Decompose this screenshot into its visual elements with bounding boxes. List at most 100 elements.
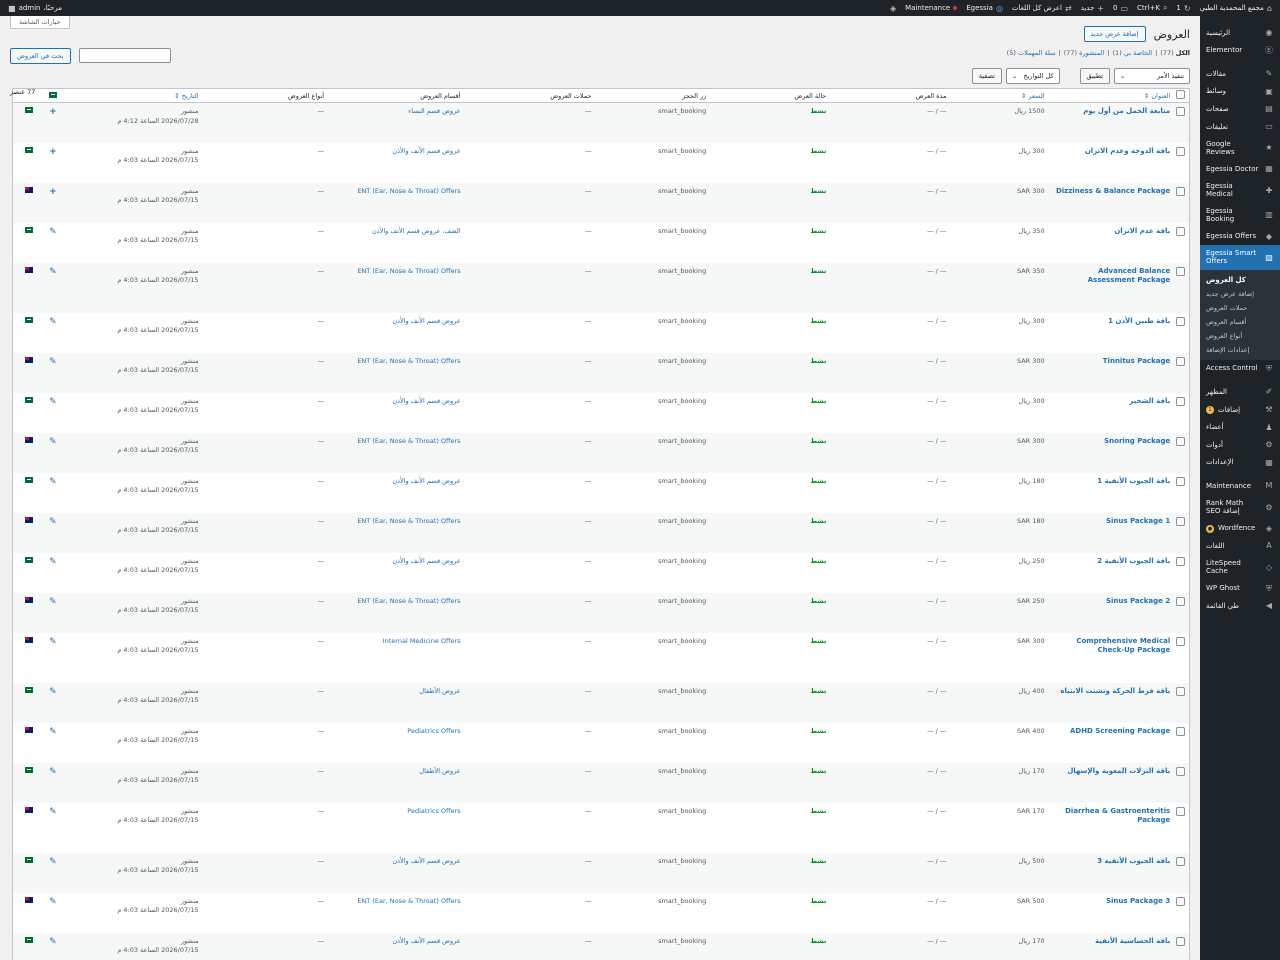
comments-link[interactable]: ▭ 0 <box>1113 4 1128 13</box>
category-link[interactable]: عروض قسم النساء <box>408 107 460 115</box>
offer-title-link[interactable]: Sinus Package 3 <box>1106 897 1170 905</box>
command-palette-link[interactable]: ⌕ Ctrl+K <box>1137 3 1167 13</box>
row-checkbox[interactable] <box>1176 726 1185 736</box>
sidebar-item[interactable]: ⚒ إضافات 1 <box>1200 401 1280 419</box>
edit-translation-icon[interactable]: ✎ <box>49 807 57 817</box>
add-new-offer-button[interactable]: إضافة عرض جديد <box>1083 26 1146 42</box>
row-checkbox[interactable] <box>1176 806 1185 816</box>
edit-translation-icon[interactable]: ✎ <box>49 227 57 237</box>
offer-title-link[interactable]: Diarrhea & Gastroenteritis Package <box>1065 807 1170 825</box>
edit-translation-icon[interactable]: ✎ <box>49 357 57 367</box>
category-link[interactable]: عروض قسم الأنف والأذن <box>392 317 460 325</box>
column-price[interactable]: السعر ⇕ <box>950 88 1049 103</box>
category-link[interactable]: عروض قسم الأنف والأذن <box>392 857 460 865</box>
sidebar-item[interactable]: ⛨ Access Control <box>1200 360 1280 378</box>
row-checkbox[interactable] <box>1176 356 1185 366</box>
category-link[interactable]: ENT (Ear, Nose & Throat) Offers <box>357 897 460 905</box>
category-link[interactable]: عروض قسم الأنف والأذن <box>392 477 460 485</box>
offer-title-link[interactable]: Tinnitus Package <box>1103 357 1170 365</box>
offer-title-link[interactable]: Snoring Package <box>1104 437 1170 445</box>
egessia-link[interactable]: ◎ Egessia <box>966 4 1003 13</box>
category-link[interactable]: ENT (Ear, Nose & Throat) Offers <box>357 267 460 275</box>
category-link[interactable]: ENT (Ear, Nose & Throat) Offers <box>357 437 460 445</box>
category-link[interactable]: عروض قسم الأنف والأذن <box>392 557 460 565</box>
sidebar-item[interactable]: ▧ Egessia Smart Offers <box>1200 245 1280 270</box>
offer-title-link[interactable]: باقة الجيوب الأنفية 2 <box>1097 557 1170 565</box>
row-checkbox[interactable] <box>1176 186 1185 196</box>
offer-title-link[interactable]: باقة عدم الاتزان <box>1114 227 1170 235</box>
add-translation-icon[interactable]: + <box>49 107 57 117</box>
rank-math-link[interactable]: ◈ <box>890 4 896 13</box>
site-name-link[interactable]: ⌂ مجمع المحمدية الطبي <box>1200 4 1272 13</box>
offer-title-link[interactable]: Dizziness & Balance Package <box>1056 187 1170 195</box>
sidebar-item[interactable]: ✐ المظهر <box>1200 383 1280 401</box>
category-link[interactable]: عروض الأطفال <box>419 767 460 775</box>
search-offers-button[interactable]: بحث في العروض <box>10 48 71 64</box>
edit-translation-icon[interactable]: ✎ <box>49 687 57 697</box>
sidebar-item[interactable]: ✚ Egessia Medical <box>1200 178 1280 203</box>
row-checkbox[interactable] <box>1176 556 1185 566</box>
row-checkbox[interactable] <box>1176 476 1185 486</box>
filter-trash[interactable]: سلة المهملات (5) <box>1007 49 1056 57</box>
edit-translation-icon[interactable]: ✎ <box>49 937 57 947</box>
filter-published[interactable]: المنشورة (77) <box>1064 49 1105 57</box>
sidebar-item[interactable]: ◉ الرئيسية <box>1200 24 1280 42</box>
category-link[interactable]: Pediatrics Offers <box>407 727 460 735</box>
sidebar-item[interactable]: ◀ طي القائمة <box>1200 597 1280 615</box>
category-link[interactable]: الصف، عروض قسم الأنف والأذن <box>372 227 461 235</box>
edit-translation-icon[interactable]: ✎ <box>49 727 57 737</box>
edit-translation-icon[interactable]: ✎ <box>49 317 57 327</box>
edit-translation-icon[interactable]: ✎ <box>49 477 57 487</box>
row-checkbox[interactable] <box>1176 596 1185 606</box>
submenu-item[interactable]: كل العروض <box>1200 273 1280 287</box>
offer-title-link[interactable]: باقة الجيوب الأنفية 3 <box>1097 857 1170 865</box>
category-link[interactable]: ENT (Ear, Nose & Throat) Offers <box>357 187 460 195</box>
sidebar-item[interactable]: A اللغات <box>1200 537 1280 555</box>
row-checkbox[interactable] <box>1176 636 1185 646</box>
offer-title-link[interactable]: باقة فرط الحركة وتشتت الانتباه <box>1060 687 1170 695</box>
edit-translation-icon[interactable]: ✎ <box>49 517 57 527</box>
add-translation-icon[interactable]: + <box>49 187 57 197</box>
category-link[interactable]: Internal Medicine Offers <box>383 637 461 645</box>
row-checkbox[interactable] <box>1176 766 1185 776</box>
filter-mine[interactable]: الخاصة بي (1) <box>1113 49 1153 57</box>
sidebar-item[interactable]: ◇ LiteSpeed Cache <box>1200 555 1280 580</box>
category-link[interactable]: عروض قسم الأنف والأذن <box>392 147 460 155</box>
add-translation-icon[interactable]: + <box>49 147 57 157</box>
edit-translation-icon[interactable]: ✎ <box>49 897 57 907</box>
sidebar-item[interactable]: ▦ Egessia Doctor <box>1200 160 1280 178</box>
column-title[interactable]: العنوان ⇕ <box>1048 88 1175 103</box>
screen-options-button[interactable]: خيارات الشاشة <box>10 16 70 29</box>
sidebar-item[interactable]: ▦ الإعدادات <box>1200 454 1280 472</box>
category-link[interactable]: عروض قسم الأنف والأذن <box>392 937 460 945</box>
submenu-item[interactable]: حملات العروض <box>1200 301 1280 315</box>
sidebar-item[interactable]: ★ Google Reviews <box>1200 136 1280 161</box>
bulk-actions-select[interactable]: تنفيذ الأمر ⌄ <box>1114 68 1190 84</box>
row-checkbox[interactable] <box>1176 856 1185 866</box>
edit-translation-icon[interactable]: ✎ <box>49 857 57 867</box>
offer-title-link[interactable]: باقة الحساسية الأنفية <box>1095 937 1170 945</box>
select-all-checkbox[interactable] <box>1176 90 1185 99</box>
edit-translation-icon[interactable]: ✎ <box>49 637 57 647</box>
sidebar-item[interactable]: ◈ Wordfence ● <box>1200 520 1280 538</box>
date-filter-select[interactable]: كل التواريخ ⌄ <box>1005 68 1060 84</box>
updates-link[interactable]: ↻ 1 <box>1176 4 1190 13</box>
category-link[interactable]: ENT (Ear, Nose & Throat) Offers <box>357 597 460 605</box>
filter-button[interactable]: تصفية <box>971 68 1002 84</box>
search-input[interactable] <box>78 48 171 63</box>
offer-title-link[interactable]: باقة طنين الأذن 1 <box>1108 317 1170 325</box>
sidebar-item[interactable]: ▥ Egessia Booking <box>1200 203 1280 228</box>
row-checkbox[interactable] <box>1176 107 1185 116</box>
row-checkbox[interactable] <box>1176 686 1185 696</box>
row-checkbox[interactable] <box>1176 436 1185 446</box>
row-checkbox[interactable] <box>1176 146 1185 156</box>
sidebar-item[interactable]: ▭ تعليقات <box>1200 118 1280 136</box>
offer-title-link[interactable]: ADHD Screening Package <box>1070 727 1170 735</box>
sidebar-item[interactable]: ◆ Egessia Offers <box>1200 228 1280 246</box>
category-link[interactable]: ENT (Ear, Nose & Throat) Offers <box>357 357 460 365</box>
row-checkbox[interactable] <box>1176 936 1185 946</box>
row-checkbox[interactable] <box>1176 226 1185 236</box>
category-link[interactable]: عروض قسم الأنف والأذن <box>392 397 460 405</box>
apply-button[interactable]: تطبيق <box>1079 68 1110 84</box>
account-link[interactable]: مرحبًا، admin ■ <box>8 4 62 13</box>
